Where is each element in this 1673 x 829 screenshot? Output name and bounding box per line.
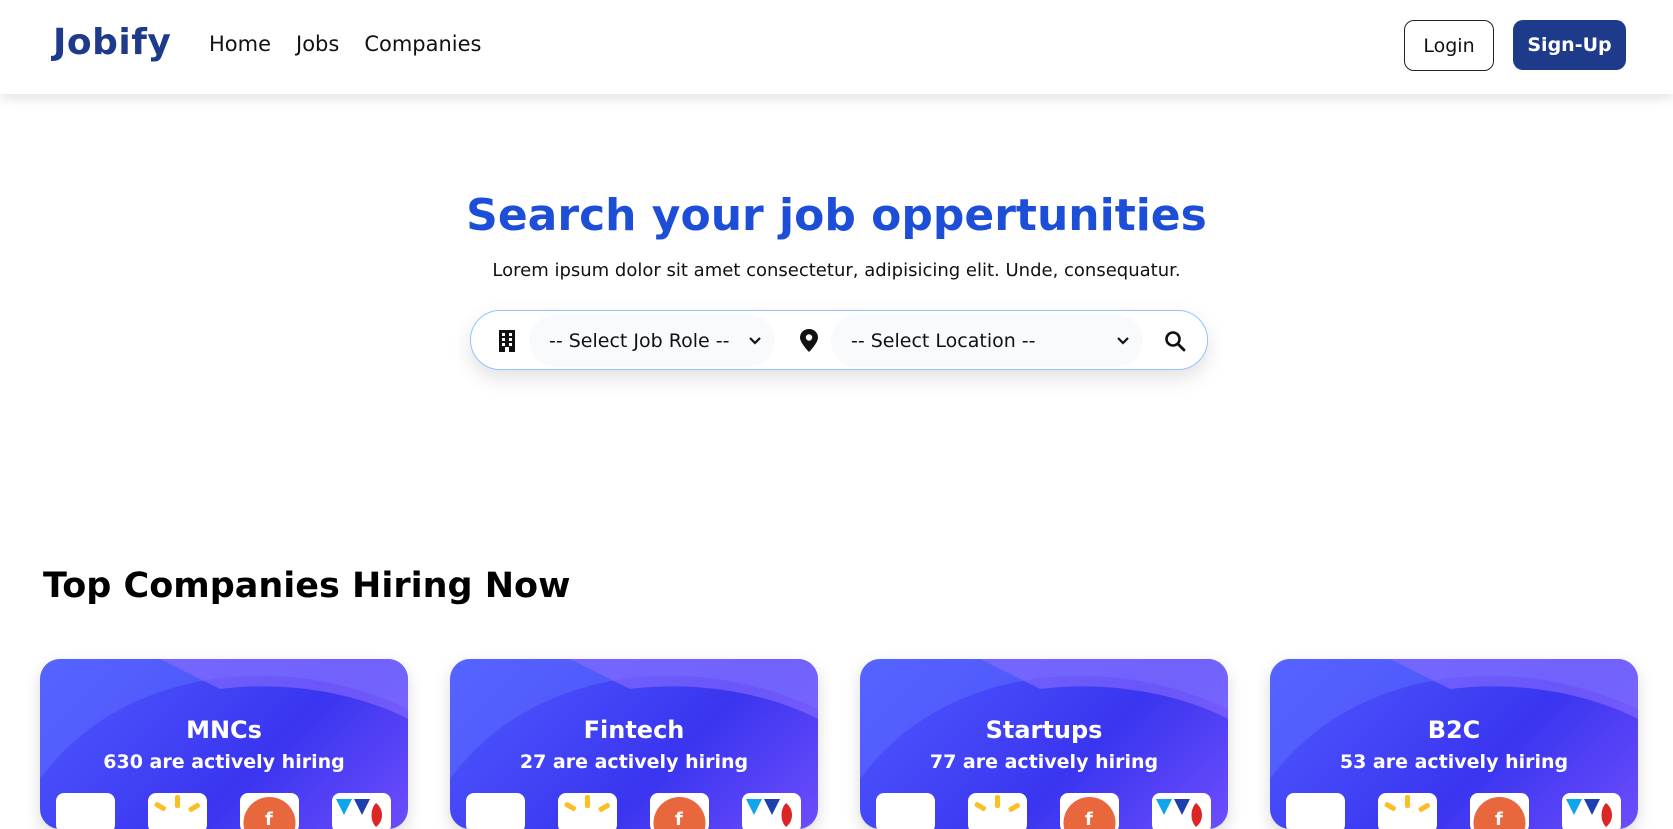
- company-category-card-b2c[interactable]: B2C 53 are actively hiring f: [1270, 659, 1638, 829]
- login-button[interactable]: Login: [1404, 20, 1494, 71]
- orange-f-logo-icon[interactable]: f: [240, 793, 299, 829]
- signup-button[interactable]: Sign-Up: [1513, 20, 1626, 70]
- job-role-select-value: -- Select Job Role --: [549, 330, 730, 352]
- colorful-brand-logo-icon[interactable]: [1562, 793, 1621, 829]
- company-logo[interactable]: [466, 793, 525, 829]
- card-title: Startups: [985, 716, 1103, 744]
- walmart-logo-icon[interactable]: [968, 793, 1027, 829]
- search-icon[interactable]: [1163, 328, 1187, 354]
- svg-text:f: f: [265, 809, 273, 829]
- orange-f-logo-icon[interactable]: f: [1060, 793, 1119, 829]
- card-title: Fintech: [583, 716, 685, 744]
- card-subtitle: 77 are actively hiring: [929, 751, 1159, 773]
- location-pin-icon: [800, 329, 818, 352]
- walmart-logo-icon[interactable]: [558, 793, 617, 829]
- company-category-card-fintech[interactable]: Fintech 27 are actively hiring f: [450, 659, 818, 829]
- hero-title: Search your job oppertunities: [466, 190, 1207, 241]
- logo[interactable]: Jobify: [53, 22, 171, 63]
- walmart-logo-icon[interactable]: [148, 793, 207, 829]
- colorful-brand-logo-icon[interactable]: [742, 793, 801, 829]
- hero-subtitle: Lorem ipsum dolor sit amet consectetur, …: [492, 260, 1181, 281]
- colorful-brand-logo-icon[interactable]: [332, 793, 391, 829]
- company-logo[interactable]: [1286, 793, 1345, 829]
- card-subtitle: 630 are actively hiring: [103, 751, 345, 773]
- company-category-card-mncs[interactable]: MNCs 630 are actively hiring f: [40, 659, 408, 829]
- company-logo[interactable]: [56, 793, 115, 829]
- svg-text:f: f: [1085, 809, 1093, 829]
- svg-text:f: f: [675, 809, 683, 829]
- location-select-value: -- Select Location --: [851, 330, 1036, 352]
- section-title: Top Companies Hiring Now: [43, 566, 571, 606]
- location-select[interactable]: -- Select Location --: [831, 315, 1143, 367]
- nav-link-home[interactable]: Home: [209, 32, 271, 56]
- card-subtitle: 53 are actively hiring: [1339, 751, 1569, 773]
- chevron-down-icon: [749, 337, 761, 345]
- top-navbar: Jobify Home Jobs Companies Login Sign-Up: [0, 0, 1673, 94]
- search-bar: -- Select Job Role -- -- Select Location…: [470, 310, 1208, 370]
- card-title: B2C: [1427, 716, 1481, 744]
- building-icon: [499, 330, 515, 352]
- card-subtitle: 27 are actively hiring: [519, 751, 749, 773]
- nav-links: Home Jobs Companies: [209, 32, 482, 56]
- nav-link-jobs[interactable]: Jobs: [296, 32, 339, 56]
- orange-f-logo-icon[interactable]: f: [1470, 793, 1529, 829]
- company-category-card-startups[interactable]: Startups 77 are actively hiring f: [860, 659, 1228, 829]
- chevron-down-icon: [1117, 337, 1129, 345]
- company-logo[interactable]: [876, 793, 935, 829]
- nav-link-companies[interactable]: Companies: [364, 32, 481, 56]
- svg-text:f: f: [1495, 809, 1503, 829]
- job-role-select[interactable]: -- Select Job Role --: [529, 315, 775, 367]
- walmart-logo-icon[interactable]: [1378, 793, 1437, 829]
- orange-f-logo-icon[interactable]: f: [650, 793, 709, 829]
- card-title: MNCs: [186, 716, 262, 744]
- colorful-brand-logo-icon[interactable]: [1152, 793, 1211, 829]
